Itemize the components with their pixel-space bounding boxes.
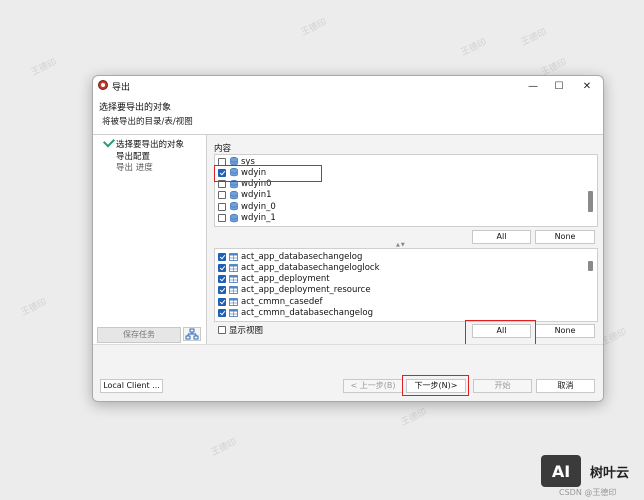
schema-name: wdyin_1 bbox=[241, 213, 276, 223]
table-icon bbox=[229, 252, 238, 261]
watermark: 王德印 bbox=[299, 17, 329, 39]
minimize-button[interactable]: — bbox=[519, 76, 547, 96]
dialog-header: 选择要导出的对象 将被导出的目录/表/视图 bbox=[93, 96, 603, 135]
table-icon bbox=[229, 275, 238, 283]
corner-sub: CSDN @王德印 bbox=[559, 488, 617, 497]
app-icon bbox=[98, 80, 108, 90]
schema-scrollbar[interactable] bbox=[588, 191, 593, 212]
steps-panel: 选择要导出的对象 导出配置 导出 进度 保存任务 bbox=[93, 135, 207, 344]
table-checkbox[interactable] bbox=[218, 297, 226, 306]
show-views-row[interactable]: 显示视图 bbox=[215, 324, 264, 336]
header-title: 选择要导出的对象 bbox=[99, 103, 172, 113]
table-icon bbox=[229, 309, 238, 317]
watermark: 王德印 bbox=[29, 57, 59, 79]
schema-row[interactable]: wdyin_1 bbox=[215, 213, 276, 224]
database-icon bbox=[230, 213, 238, 222]
table-row[interactable]: act_app_deployment_resource bbox=[215, 285, 371, 296]
table-checkbox[interactable] bbox=[218, 263, 226, 272]
table-checkbox[interactable] bbox=[218, 252, 226, 261]
export-dialog: 导出 — ☐ ✕ 选择要导出的对象 将被导出的目录/表/视图 选择要导出的对象 … bbox=[92, 75, 604, 402]
schema-row[interactable]: wdyin_0 bbox=[215, 201, 276, 212]
table-name: act_cmmn_databasechangelog bbox=[241, 308, 373, 318]
watermark: 王德印 bbox=[519, 27, 549, 49]
watermark: 王德印 bbox=[399, 407, 429, 429]
schema-checkbox[interactable] bbox=[218, 214, 226, 222]
table-row[interactable]: act_cmmn_databasechangelog bbox=[215, 308, 373, 319]
table-name: act_app_databasechangelog bbox=[241, 251, 363, 262]
table-scrollbar[interactable] bbox=[588, 261, 593, 271]
schema-name: wdyin_0 bbox=[241, 201, 276, 212]
watermark: 王德印 bbox=[19, 297, 49, 319]
highlight-wdyin bbox=[214, 165, 322, 182]
start-button[interactable]: 开始 bbox=[473, 379, 532, 393]
watermark: 王德印 bbox=[209, 437, 239, 459]
database-icon bbox=[230, 202, 238, 211]
save-task-button[interactable]: 保存任务 bbox=[97, 327, 181, 343]
step-select-objects[interactable]: 选择要导出的对象 bbox=[116, 138, 184, 150]
content-label: 内容 bbox=[214, 144, 232, 154]
table-checkbox[interactable] bbox=[218, 275, 226, 284]
table-name: act_app_databasechangeloglock bbox=[241, 262, 380, 273]
corner-logo: AI bbox=[541, 455, 581, 487]
table-row[interactable]: act_app_databasechangeloglock bbox=[215, 262, 380, 273]
table-name: act_cmmn_casedef bbox=[241, 296, 323, 307]
show-views-label: 显示视图 bbox=[229, 325, 264, 336]
hierarchy-icon[interactable] bbox=[183, 327, 201, 341]
table-name: act_app_deployment bbox=[241, 274, 330, 285]
watermark: 王德印 bbox=[459, 37, 489, 59]
highlight-all-button bbox=[465, 320, 536, 347]
table-icon bbox=[229, 297, 238, 306]
schema-all-button[interactable]: All bbox=[472, 230, 531, 244]
table-row[interactable]: act_app_deployment bbox=[215, 274, 330, 285]
check-icon bbox=[102, 135, 116, 148]
cancel-button[interactable]: 取消 bbox=[536, 379, 595, 393]
schema-checkbox[interactable] bbox=[218, 202, 226, 211]
schema-checkbox[interactable] bbox=[218, 191, 226, 200]
table-row[interactable]: act_app_databasechangelog bbox=[215, 251, 362, 262]
table-icon bbox=[229, 286, 238, 295]
dialog-footer: Local Client ... < 上一步(B) 下一步(N)> 开始 取消 bbox=[93, 344, 603, 401]
window-title: 导出 bbox=[112, 83, 131, 93]
local-client-button[interactable]: Local Client ... bbox=[100, 379, 163, 393]
table-list[interactable]: act_app_databasechangelog act_app_databas… bbox=[214, 248, 598, 322]
title-bar: 导出 — ☐ ✕ bbox=[93, 76, 603, 96]
corner-name: 树叶云 bbox=[590, 466, 630, 481]
table-name: act_app_deployment_resource bbox=[241, 285, 371, 296]
table-none-button[interactable]: None bbox=[535, 324, 595, 338]
maximize-button[interactable]: ☐ bbox=[545, 76, 573, 96]
dialog-body: 选择要导出的对象 导出配置 导出 进度 保存任务 内容 sys wdyin wdyi… bbox=[93, 135, 603, 347]
highlight-next-button bbox=[402, 375, 469, 396]
schema-none-button[interactable]: None bbox=[535, 230, 595, 244]
schema-name: wdyin1 bbox=[241, 190, 272, 201]
prev-button[interactable]: < 上一步(B) bbox=[343, 379, 403, 393]
show-views-checkbox[interactable] bbox=[218, 325, 226, 334]
close-button[interactable]: ✕ bbox=[573, 76, 601, 96]
table-checkbox[interactable] bbox=[218, 309, 226, 317]
database-icon bbox=[230, 190, 238, 200]
step-export-progress[interactable]: 导出 进度 bbox=[116, 161, 153, 173]
header-subtitle: 将被导出的目录/表/视图 bbox=[102, 117, 193, 127]
table-checkbox[interactable] bbox=[218, 286, 226, 295]
table-icon bbox=[229, 263, 238, 272]
schema-row[interactable]: wdyin1 bbox=[215, 190, 272, 201]
table-row[interactable]: act_cmmn_casedef bbox=[215, 296, 323, 307]
